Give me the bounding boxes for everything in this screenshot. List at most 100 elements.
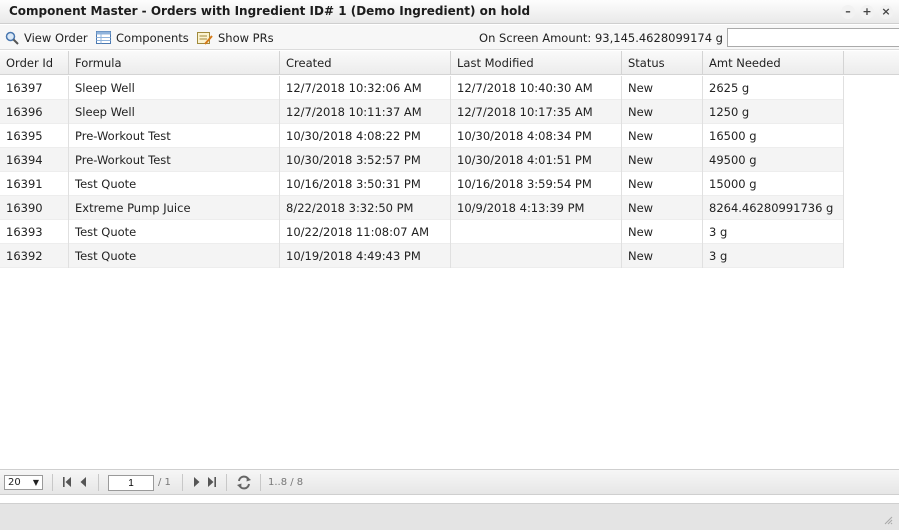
pager-separator — [182, 474, 183, 491]
window-titlebar: Component Master - Orders with Ingredien… — [0, 0, 899, 24]
table-row[interactable]: 16390 Extreme Pump Juice 8/22/2018 3:32:… — [0, 196, 844, 220]
show-prs-button[interactable]: Show PRs — [197, 29, 274, 46]
status-bar — [0, 503, 899, 530]
record-range: 1..8 / 8 — [268, 477, 304, 488]
cell-status: New — [622, 148, 703, 172]
onscreen-amount: On Screen Amount: 93,145.4628099174 g — [479, 31, 723, 45]
table-row[interactable]: 16393 Test Quote 10/22/2018 11:08:07 AM … — [0, 220, 844, 244]
cell-created: 10/30/2018 3:52:57 PM — [280, 148, 451, 172]
cell-last-modified: 12/7/2018 10:40:30 AM — [451, 76, 622, 100]
cell-amt-needed: 3 g — [703, 244, 844, 268]
prev-page-icon[interactable] — [78, 476, 88, 488]
cell-status: New — [622, 124, 703, 148]
cell-amt-needed: 2625 g — [703, 76, 844, 100]
cell-formula: Pre-Workout Test — [69, 124, 280, 148]
cell-amt-needed: 49500 g — [703, 148, 844, 172]
table-row[interactable]: 16395 Pre-Workout Test 10/30/2018 4:08:2… — [0, 124, 844, 148]
pager-separator — [260, 474, 261, 491]
cell-formula: Sleep Well — [69, 76, 280, 100]
cell-created: 12/7/2018 10:32:06 AM — [280, 76, 451, 100]
cell-order-id: 16397 — [0, 76, 69, 100]
cell-status: New — [622, 100, 703, 124]
cell-amt-needed: 8264.46280991736 g — [703, 196, 844, 220]
onscreen-amount-value: 93,145.4628099174 g — [594, 31, 723, 45]
cell-formula: Sleep Well — [69, 100, 280, 124]
cell-order-id: 16392 — [0, 244, 69, 268]
cell-formula: Test Quote — [69, 220, 280, 244]
cell-status: New — [622, 220, 703, 244]
pager-separator — [226, 474, 227, 491]
cell-last-modified: 10/30/2018 4:01:51 PM — [451, 148, 622, 172]
onscreen-amount-label: On Screen Amount: — [479, 31, 592, 45]
table-row[interactable]: 16394 Pre-Workout Test 10/30/2018 3:52:5… — [0, 148, 844, 172]
cell-order-id: 16391 — [0, 172, 69, 196]
cell-formula: Test Quote — [69, 172, 280, 196]
table-row[interactable]: 16392 Test Quote 10/19/2018 4:49:43 PM N… — [0, 244, 844, 268]
show-prs-label: Show PRs — [218, 30, 274, 45]
cell-order-id: 16394 — [0, 148, 69, 172]
total-pages: / 1 — [158, 477, 171, 488]
cell-last-modified: 10/30/2018 4:08:34 PM — [451, 124, 622, 148]
last-page-icon[interactable] — [205, 476, 217, 488]
cell-order-id: 16396 — [0, 100, 69, 124]
resize-grip-icon[interactable] — [883, 515, 893, 525]
pager-separator — [98, 474, 99, 491]
cell-created: 10/19/2018 4:49:43 PM — [280, 244, 451, 268]
cell-last-modified — [451, 220, 622, 244]
table-row[interactable]: 16396 Sleep Well 12/7/2018 10:11:37 AM 1… — [0, 100, 844, 124]
first-page-icon[interactable] — [62, 476, 74, 488]
grid-header: Order Id Formula Created Last Modified S… — [0, 51, 899, 75]
cell-last-modified: 10/9/2018 4:13:39 PM — [451, 196, 622, 220]
cell-formula: Test Quote — [69, 244, 280, 268]
dropdown-arrow-icon: ▼ — [32, 478, 39, 487]
toolbar: View Order Components Show PRs On Screen… — [0, 25, 899, 50]
refresh-icon[interactable] — [236, 475, 252, 490]
components-label: Components — [116, 30, 189, 45]
magnifier-icon — [5, 31, 19, 45]
column-header-formula[interactable]: Formula — [69, 51, 280, 75]
pager: 20 ▼ / 1 1..8 / 8 — [0, 469, 899, 495]
close-button[interactable]: × — [879, 5, 893, 19]
report-edit-icon — [197, 31, 213, 45]
cell-order-id: 16395 — [0, 124, 69, 148]
cell-amt-needed: 1250 g — [703, 100, 844, 124]
column-header-amt-needed[interactable]: Amt Needed — [703, 51, 844, 75]
cell-last-modified: 12/7/2018 10:17:35 AM — [451, 100, 622, 124]
cell-last-modified — [451, 244, 622, 268]
cell-formula: Extreme Pump Juice — [69, 196, 280, 220]
cell-status: New — [622, 244, 703, 268]
cell-status: New — [622, 196, 703, 220]
column-header-status[interactable]: Status — [622, 51, 703, 75]
maximize-button[interactable]: + — [860, 5, 874, 19]
cell-status: New — [622, 76, 703, 100]
cell-created: 12/7/2018 10:11:37 AM — [280, 100, 451, 124]
next-page-icon[interactable] — [192, 476, 202, 488]
cell-amt-needed: 3 g — [703, 220, 844, 244]
window-title: Component Master - Orders with Ingredien… — [9, 4, 531, 18]
cell-amt-needed: 16500 g — [703, 124, 844, 148]
cell-created: 10/16/2018 3:50:31 PM — [280, 172, 451, 196]
column-header-order-id[interactable]: Order Id — [0, 51, 69, 75]
view-order-button[interactable]: View Order — [5, 29, 88, 46]
table-row[interactable]: 16391 Test Quote 10/16/2018 3:50:31 PM 1… — [0, 172, 844, 196]
page-number-input[interactable] — [108, 475, 154, 491]
cell-status: New — [622, 172, 703, 196]
cell-order-id: 16393 — [0, 220, 69, 244]
column-header-created[interactable]: Created — [280, 51, 451, 75]
view-order-label: View Order — [24, 30, 88, 45]
cell-amt-needed: 15000 g — [703, 172, 844, 196]
cell-created: 10/22/2018 11:08:07 AM — [280, 220, 451, 244]
cell-last-modified: 10/16/2018 3:59:54 PM — [451, 172, 622, 196]
page-size-select[interactable]: 20 ▼ — [4, 475, 43, 490]
components-button[interactable]: Components — [96, 29, 189, 46]
cell-created: 8/22/2018 3:32:50 PM — [280, 196, 451, 220]
table-row[interactable]: 16397 Sleep Well 12/7/2018 10:32:06 AM 1… — [0, 76, 844, 100]
search-input[interactable] — [727, 28, 899, 47]
table-icon — [96, 31, 111, 44]
page-size-value: 20 — [8, 477, 21, 488]
pager-separator — [52, 474, 53, 491]
minimize-button[interactable]: – — [841, 5, 855, 19]
column-header-last-modified[interactable]: Last Modified — [451, 51, 622, 75]
cell-formula: Pre-Workout Test — [69, 148, 280, 172]
cell-order-id: 16390 — [0, 196, 69, 220]
